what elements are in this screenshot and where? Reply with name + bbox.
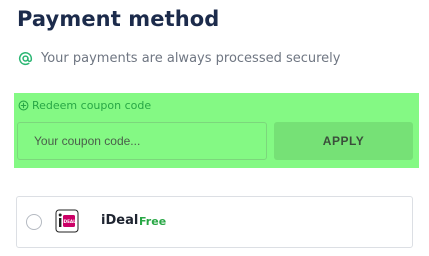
redeem-coupon-toggle[interactable]: Redeem coupon code <box>18 99 151 112</box>
svg-text:iDEAL: iDEAL <box>62 219 76 224</box>
coupon-code-input[interactable] <box>17 122 267 160</box>
secure-note: Your payments are always processed secur… <box>17 50 341 66</box>
payment-method-section: Payment method Your payments are always … <box>0 0 429 256</box>
apply-coupon-button[interactable]: APPLY <box>274 122 413 160</box>
payment-option-radio[interactable] <box>26 214 42 230</box>
at-sign-icon <box>17 50 33 66</box>
ideal-logo-icon: iDEAL <box>55 209 79 233</box>
payment-option-price: Free <box>139 215 167 228</box>
plus-circle-icon <box>18 100 29 111</box>
payment-option-ideal[interactable]: iDEAL iDeal Free <box>16 196 413 248</box>
coupon-section: Redeem coupon code APPLY <box>14 93 419 168</box>
payment-option-name: iDeal <box>101 213 139 228</box>
page-title: Payment method <box>17 7 220 31</box>
redeem-coupon-label: Redeem coupon code <box>32 99 152 112</box>
secure-note-text: Your payments are always processed secur… <box>41 50 341 66</box>
